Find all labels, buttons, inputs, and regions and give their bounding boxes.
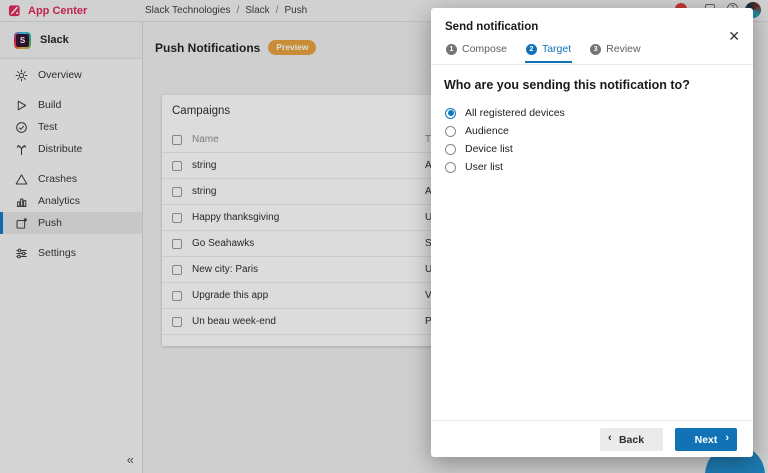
radio-option-label: Device list: [465, 143, 513, 155]
stepper-step[interactable]: 3 Review: [589, 41, 641, 63]
chevron-right-icon: ›: [725, 432, 729, 444]
back-button-label: Back: [618, 433, 645, 446]
radio-option[interactable]: Device list: [445, 143, 565, 155]
stepper-step[interactable]: 1 Compose: [445, 41, 508, 63]
radio-icon[interactable]: [445, 107, 456, 119]
radio-icon[interactable]: [445, 143, 456, 155]
radio-option-label: User list: [465, 161, 503, 173]
step-number-badge: 2: [525, 43, 537, 55]
radio-option-label: Audience: [465, 125, 509, 137]
step-label: Compose: [462, 43, 507, 55]
target-question: Who are you sending this notification to…: [444, 78, 690, 92]
radio-option[interactable]: All registered devices: [445, 107, 565, 119]
radio-icon[interactable]: [445, 161, 456, 173]
step-label: Review: [606, 43, 641, 55]
target-options: All registered devices Audience Device l…: [445, 107, 565, 173]
modal-title: Send notification: [445, 21, 539, 33]
modal-stepper: 1 Compose 2 Target 3 Review: [445, 41, 642, 63]
chevron-left-icon: ‹: [608, 432, 612, 444]
step-label: Target: [541, 43, 572, 55]
radio-option[interactable]: Audience: [445, 125, 565, 137]
stepper-step[interactable]: 2 Target: [524, 41, 573, 63]
app-center-page: App Center Slack Technologies / Slack / …: [0, 0, 768, 473]
step-number-badge: 3: [590, 43, 602, 55]
radio-option[interactable]: User list: [445, 161, 565, 173]
back-button[interactable]: ‹ Back: [600, 428, 663, 451]
step-number-badge: 1: [446, 43, 457, 55]
next-button-label: Next: [694, 433, 718, 446]
radio-icon[interactable]: [445, 125, 456, 137]
radio-option-label: All registered devices: [465, 107, 565, 119]
footer-divider: [431, 420, 753, 421]
stepper-divider: [431, 64, 753, 65]
next-button[interactable]: Next ›: [675, 428, 737, 451]
send-notification-modal: Send notification ✕ 1 Compose 2 Target 3…: [431, 8, 753, 457]
close-icon[interactable]: ✕: [728, 29, 740, 43]
